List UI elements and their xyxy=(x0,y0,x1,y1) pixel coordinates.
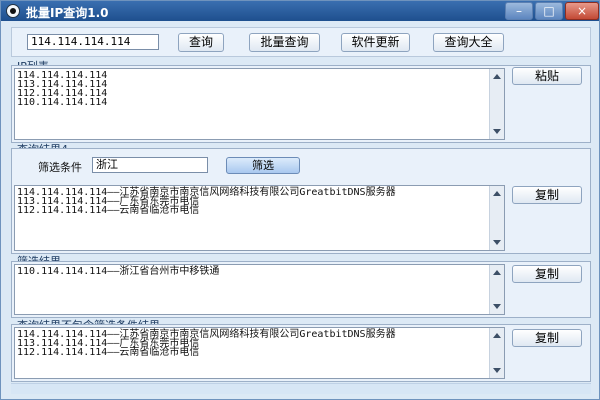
ip-list-line: 110.114.114.114 xyxy=(17,97,108,108)
result-scrollbar[interactable] xyxy=(489,186,504,250)
app-icon xyxy=(6,4,20,18)
scroll-up-icon[interactable] xyxy=(493,74,501,79)
copy-result-button[interactable]: 复制 xyxy=(512,186,582,204)
filtered-scrollbar[interactable] xyxy=(489,265,504,314)
window-title: 批量IP查询1.0 xyxy=(26,6,109,20)
main-window: 批量IP查询1.0 – □ × 114.114.114.114 查询 批量查询 … xyxy=(0,0,600,400)
copy-excluded-button[interactable]: 复制 xyxy=(512,329,582,347)
query-button[interactable]: 查询 xyxy=(178,33,224,52)
result-list-box[interactable]: 114.114.114.114——江苏省南京市南京信风网络科技有限公司Great… xyxy=(14,185,505,251)
excluded-scrollbar[interactable] xyxy=(489,328,504,378)
copy-filtered-button[interactable]: 复制 xyxy=(512,265,582,283)
scroll-down-icon[interactable] xyxy=(493,368,501,373)
result-line: 112.114.114.114——云南省临沧市电信 xyxy=(17,205,200,216)
ip-input[interactable]: 114.114.114.114 xyxy=(27,34,159,50)
window-controls: – □ × xyxy=(503,1,599,21)
software-update-button[interactable]: 软件更新 xyxy=(341,33,410,52)
excluded-lines: 114.114.114.114——江苏省南京市南京信风网络科技有限公司Great… xyxy=(17,330,396,358)
title-bar: 批量IP查询1.0 – □ × xyxy=(1,1,599,21)
close-button[interactable]: × xyxy=(565,2,599,20)
minimize-button[interactable]: – xyxy=(505,2,533,20)
ip-list-scrollbar[interactable] xyxy=(489,69,504,139)
scroll-up-icon[interactable] xyxy=(493,191,501,196)
scroll-up-icon[interactable] xyxy=(493,333,501,338)
filter-label: 筛选条件 xyxy=(38,161,82,174)
query-all-button[interactable]: 查询大全 xyxy=(433,33,504,52)
scroll-down-icon[interactable] xyxy=(493,240,501,245)
excluded-list-box[interactable]: 114.114.114.114——江苏省南京市南京信风网络科技有限公司Great… xyxy=(14,327,505,379)
filtered-list-box[interactable]: 110.114.114.114——浙江省台州市中移铁通 xyxy=(14,264,505,315)
scroll-up-icon[interactable] xyxy=(493,270,501,275)
excluded-line: 112.114.114.114——云南省临沧市电信 xyxy=(17,347,200,358)
ip-list-lines: 114.114.114.114 113.114.114.114 112.114.… xyxy=(17,71,108,108)
filtered-line: 110.114.114.114——浙江省台州市中移铁通 xyxy=(17,266,220,277)
excluded-panel: 114.114.114.114——江苏省南京市南京信风网络科技有限公司Great… xyxy=(11,324,591,382)
scroll-down-icon[interactable] xyxy=(493,304,501,309)
scroll-down-icon[interactable] xyxy=(493,129,501,134)
status-strip xyxy=(11,383,591,394)
paste-button[interactable]: 粘贴 xyxy=(512,67,582,85)
ip-list-panel: 114.114.114.114 113.114.114.114 112.114.… xyxy=(11,65,591,143)
filter-button[interactable]: 筛选 xyxy=(226,157,300,174)
filter-input[interactable]: 浙江 xyxy=(92,157,208,173)
filtered-lines: 110.114.114.114——浙江省台州市中移铁通 xyxy=(17,266,220,277)
result-panel: 筛选条件 浙江 筛选 114.114.114.114——江苏省南京市南京信风网络… xyxy=(11,148,591,254)
result-lines: 114.114.114.114——江苏省南京市南京信风网络科技有限公司Great… xyxy=(17,188,396,216)
batch-query-button[interactable]: 批量查询 xyxy=(249,33,320,52)
ip-list-box[interactable]: 114.114.114.114 113.114.114.114 112.114.… xyxy=(14,68,505,140)
filtered-panel: 110.114.114.114——浙江省台州市中移铁通 复制 xyxy=(11,261,591,318)
top-toolbar: 114.114.114.114 查询 批量查询 软件更新 查询大全 xyxy=(11,27,591,57)
maximize-button[interactable]: □ xyxy=(535,2,563,20)
